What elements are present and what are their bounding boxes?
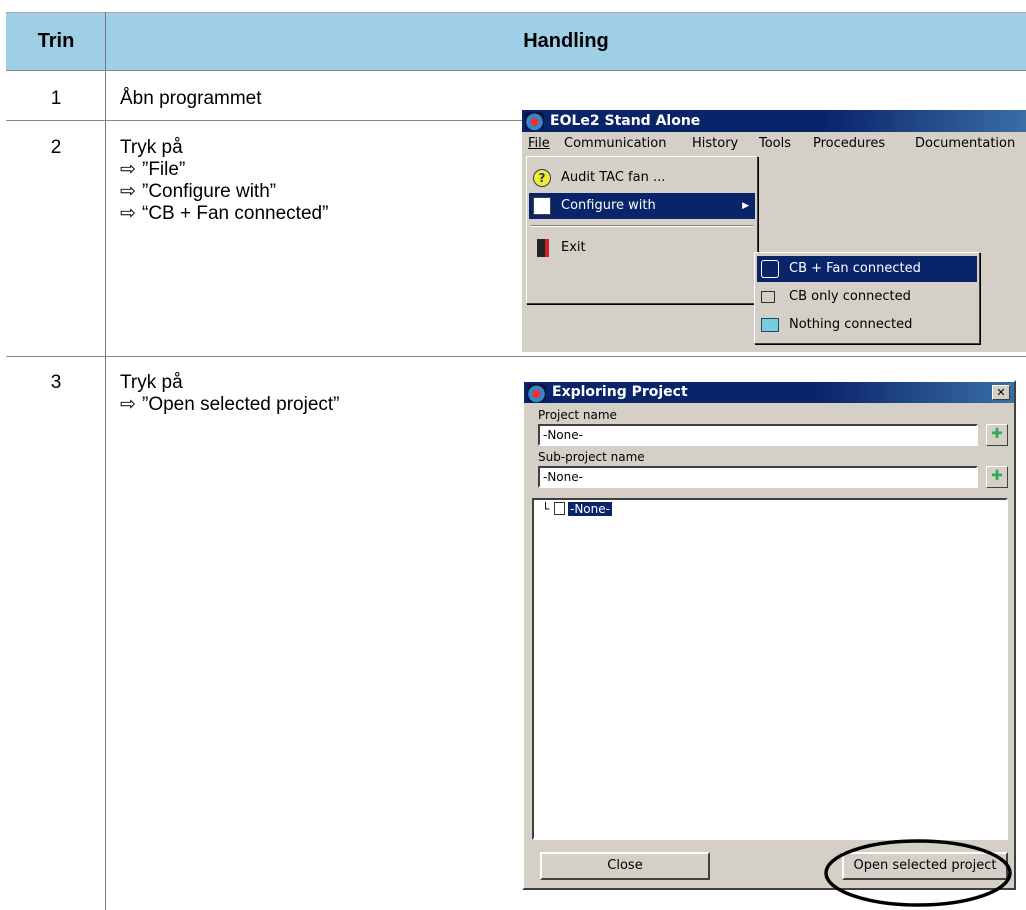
project-name-label: Project name <box>538 408 617 422</box>
row-divider <box>6 356 1026 357</box>
box-icon <box>761 318 779 332</box>
exploring-project-dialog: Exploring Project ✕ Project name -None- … <box>522 380 1016 890</box>
file-menu: ? Audit TAC fan ... Configure with ▶ Exi… <box>526 156 758 304</box>
header-handling: Handling <box>523 30 609 52</box>
dialog-title: Exploring Project <box>552 384 688 400</box>
project-tree-view[interactable]: └ -None- <box>532 498 1008 840</box>
submenu-item-cb-fan[interactable]: CB + Fan connected <box>757 256 977 282</box>
submenu-item-cb-only[interactable]: CB only connected <box>757 284 977 310</box>
document-icon <box>554 502 565 515</box>
add-project-button[interactable]: ✚ <box>986 424 1008 446</box>
submenu-item-nothing[interactable]: Nothing connected <box>757 312 977 338</box>
step-text-1: Åbn programmet <box>120 88 262 109</box>
app-icon <box>525 112 544 130</box>
menu-procedures[interactable]: Procedures <box>813 136 885 151</box>
step-text-2: Tryk på ⇨ ”File” ⇨ ”Configure with” ⇨ “CB +… <box>120 137 328 225</box>
close-button[interactable]: Close <box>540 852 710 880</box>
help-icon: ? <box>533 169 551 187</box>
subproject-name-field[interactable]: -None- <box>538 466 978 488</box>
step-lead: Tryk på <box>120 372 183 393</box>
arrow-icon: ⇨ <box>120 159 136 180</box>
add-subproject-button[interactable]: ✚ <box>986 466 1008 488</box>
highlight-circle <box>824 839 1012 907</box>
app-icon <box>527 384 546 402</box>
menu-separator <box>531 225 753 227</box>
arrow-icon: ⇨ <box>120 181 136 202</box>
fan-icon <box>761 260 779 278</box>
menu-communication[interactable]: Communication <box>564 136 666 151</box>
dialog-title-bar: Exploring Project ✕ <box>524 382 1014 403</box>
menu-item-configure[interactable]: Configure with ▶ <box>529 193 755 219</box>
step-number-1: 1 <box>50 88 62 109</box>
arrow-icon: ⇨ <box>120 394 136 415</box>
tree-icon <box>533 197 551 215</box>
menu-documentation[interactable]: Documentation <box>915 136 1015 151</box>
eole2-menu-screenshot: EOLe2 Stand Alone File Communication His… <box>522 110 1026 352</box>
step-item: ⇨ ”File” <box>120 159 186 180</box>
menu-item-audit[interactable]: ? Audit TAC fan ... <box>529 165 755 191</box>
header-trin: Trin <box>37 30 75 52</box>
step-number-2: 2 <box>50 137 62 158</box>
window-title-bar: EOLe2 Stand Alone <box>522 110 1026 132</box>
menu-file[interactable]: File <box>528 136 550 151</box>
subproject-name-label: Sub-project name <box>538 450 645 464</box>
submenu-arrow-icon: ▶ <box>742 201 749 211</box>
menu-bar: File Communication History Tools Procedu… <box>522 132 1026 156</box>
tree-connector-icon: └ <box>542 502 550 516</box>
project-name-field[interactable]: -None- <box>538 424 978 446</box>
menu-tools[interactable]: Tools <box>759 136 791 151</box>
tree-node-none[interactable]: -None- <box>568 502 612 516</box>
step-item: ⇨ “CB + Fan connected” <box>120 203 329 224</box>
menu-history[interactable]: History <box>692 136 738 151</box>
step-number-3: 3 <box>50 372 62 393</box>
step-lead: Tryk på <box>120 137 183 158</box>
step-item: ⇨ ”Open selected project” <box>120 394 340 415</box>
menu-item-exit[interactable]: Exit <box>529 235 755 261</box>
arrow-icon: ⇨ <box>120 203 136 224</box>
configure-submenu: CB + Fan connected CB only connected Not… <box>754 252 980 344</box>
close-icon[interactable]: ✕ <box>992 385 1010 400</box>
cb-icon <box>761 291 775 303</box>
window-title: EOLe2 Stand Alone <box>550 113 701 129</box>
exit-door-icon <box>537 239 549 257</box>
step-item: ⇨ ”Configure with” <box>120 181 277 202</box>
step-text-3: Tryk på ⇨ ”Open selected project” <box>120 372 340 416</box>
